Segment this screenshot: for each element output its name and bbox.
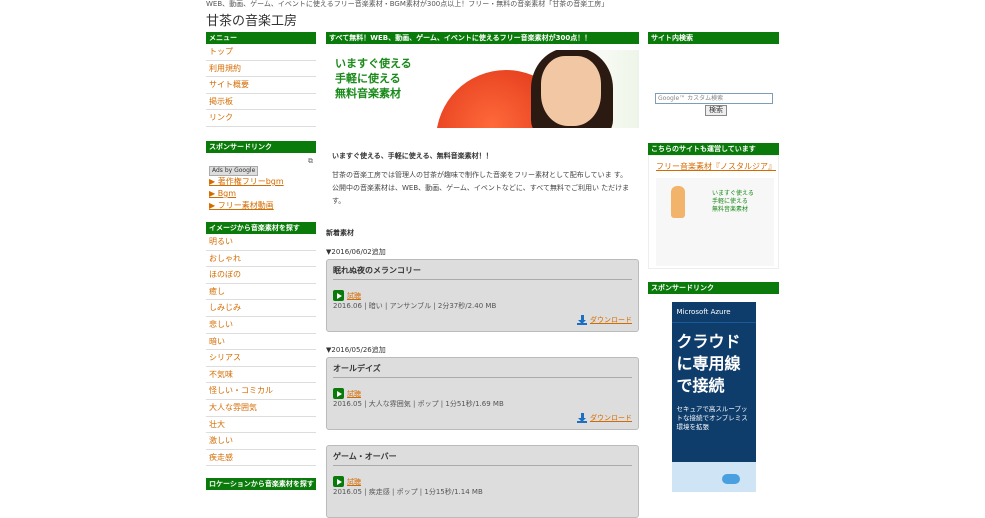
other-site-thumbnail[interactable]: いますぐ使える 手軽に使える 無料音楽素材 — [656, 178, 774, 266]
ad-link-3[interactable]: ▶ フリー素材動画 — [209, 200, 313, 212]
play-icon[interactable] — [333, 290, 344, 301]
category-item[interactable]: 暗い — [206, 334, 316, 351]
cloud-icon — [721, 474, 740, 484]
category-item[interactable]: 激しい — [206, 433, 316, 450]
category-item[interactable]: 疾走感 — [206, 450, 316, 467]
ad-link-1[interactable]: ▶ 著作権フリーbgm — [209, 176, 313, 188]
azure-ad-banner[interactable]: Microsoft Azure クラウドに専用線で接続 セキュアで高スループット… — [671, 302, 756, 492]
ad-link-2[interactable]: ▶ Bgm — [209, 188, 313, 200]
play-icon[interactable] — [333, 476, 344, 487]
category-item[interactable]: 癒し — [206, 284, 316, 301]
left-sidebar: メニュー トップ 利用規約 サイト概要 掲示板 リンク スポンサードリンク Ad… — [206, 32, 316, 491]
azure-subtext: セキュアで高スループットな接続でオンプレミス環境を拡張 — [676, 405, 748, 431]
track-card: 眠れぬ夜のメランコリー 試聴 2016.06 | 暗い | アンサンブル | 2… — [326, 259, 639, 332]
site-header: WEB、動画、ゲーム、イベントに使えるフリー音楽素材・BGM素材が300点以上！… — [206, 0, 786, 29]
main-content: すべて無料！WEB、動画、ゲーム、イベントに使えるフリー音楽素材が300点！！ … — [326, 32, 639, 518]
hero-text: いますぐ使える 手軽に使える 無料音楽素材 — [335, 56, 412, 101]
ads-by-google-label[interactable]: Ads by Google — [209, 165, 259, 176]
site-tagline: WEB、動画、ゲーム、イベントに使えるフリー音楽素材・BGM素材が300点以上！… — [206, 0, 609, 8]
track-meta: 2016.06 | 暗い | アンサンブル | 2分37秒/2.40 MB — [333, 302, 497, 310]
hero-line: いますぐ使える — [335, 57, 412, 70]
entry-date: ▼2016/06/02追加 — [326, 248, 386, 256]
ad-choices-icon[interactable]: ⧉ — [308, 157, 313, 166]
track-title: ゲーム・オーバー — [333, 451, 632, 466]
right-sidebar: サイト内検索 Google™ カスタム検索 検索 こちらのサイトも運営しています… — [648, 32, 779, 492]
category-item[interactable]: 不気味 — [206, 367, 316, 384]
azure-headline: クラウドに専用線で接続 — [676, 332, 741, 395]
download-button[interactable]: ダウンロード — [577, 413, 632, 423]
finger-illustration — [671, 186, 685, 218]
track-card: オールデイズ 試聴 2016.05 | 大人な雰囲気 | ポップ | 1分51秒… — [326, 357, 639, 430]
category-item[interactable]: 明るい — [206, 234, 316, 251]
track-meta: 2016.05 | 大人な雰囲気 | ポップ | 1分51秒/1.69 MB — [333, 400, 504, 408]
site-search-heading: サイト内検索 — [648, 32, 779, 44]
preview-link[interactable]: 試聴 — [347, 390, 361, 398]
thumbnail-line: いますぐ使える — [712, 190, 754, 197]
thumbnail-text: いますぐ使える 手軽に使える 無料音楽素材 — [712, 190, 754, 214]
menu-list: トップ 利用規約 サイト概要 掲示板 リンク — [206, 44, 316, 127]
track-title: オールデイズ — [333, 363, 632, 378]
menu-item-top[interactable]: トップ — [206, 44, 316, 61]
site-title[interactable]: 甘茶の音楽工房 — [206, 10, 786, 29]
track-meta: 2016.05 | 疾走感 | ポップ | 1分15秒/1.14 MB — [333, 488, 483, 496]
menu-item-terms[interactable]: 利用規約 — [206, 61, 316, 78]
intro-title: いますぐ使える、手軽に使える、無料音楽素材！！ — [332, 152, 493, 160]
hero-face — [541, 56, 601, 126]
thumbnail-line: 無料音楽素材 — [712, 206, 749, 213]
sponsor-heading-left: スポンサードリンク — [206, 140, 316, 153]
category-item[interactable]: 悲しい — [206, 317, 316, 334]
track-card: ゲーム・オーバー 試聴 2016.05 | 疾走感 | ポップ | 1分15秒/… — [326, 445, 639, 518]
menu-heading: メニュー — [206, 32, 316, 44]
category-item[interactable]: シリアス — [206, 350, 316, 367]
azure-footer — [671, 462, 756, 492]
category-item[interactable]: 大人な雰囲気 — [206, 400, 316, 417]
main-heading: すべて無料！WEB、動画、ゲーム、イベントに使えるフリー音楽素材が300点！！ — [326, 32, 639, 44]
hero-banner: いますぐ使える 手軽に使える 無料音楽素材 — [326, 50, 639, 128]
entry-date: ▼2016/05/26追加 — [326, 346, 386, 354]
location-search-heading: ロケーションから音楽素材を探す — [206, 478, 316, 491]
menu-item-about[interactable]: サイト概要 — [206, 77, 316, 94]
play-row: 試聴 — [333, 383, 632, 399]
new-items-heading: 新着素材 — [326, 229, 354, 237]
category-item[interactable]: ほのぼの — [206, 267, 316, 284]
download-icon — [577, 315, 587, 325]
category-item[interactable]: しみじみ — [206, 300, 316, 317]
download-label: ダウンロード — [590, 316, 632, 324]
preview-link[interactable]: 試聴 — [347, 292, 361, 300]
category-item[interactable]: 壮大 — [206, 417, 316, 434]
other-site-link[interactable]: フリー音楽素材『ノスタルジア』 — [656, 161, 778, 172]
menu-item-links[interactable]: リンク — [206, 110, 316, 127]
site-search: Google™ カスタム検索 検索 — [648, 44, 779, 143]
hero-line: 手軽に使える — [335, 72, 401, 85]
other-sites-heading: こちらのサイトも運営しています — [648, 143, 779, 155]
azure-brand: Microsoft Azure — [671, 302, 756, 323]
thumbnail-line: 手軽に使える — [712, 198, 748, 205]
image-search-heading: イメージから音楽素材を探す — [206, 221, 316, 234]
download-label: ダウンロード — [590, 414, 632, 422]
image-category-list: 明るい おしゃれ ほのぼの 癒し しみじみ 悲しい 暗い シリアス 不気味 怪し… — [206, 234, 316, 467]
download-icon — [577, 413, 587, 423]
play-row: 試聴 — [333, 471, 632, 487]
search-button[interactable]: 検索 — [705, 105, 727, 116]
other-site-banner[interactable]: フリー音楽素材『ノスタルジア』 いますぐ使える 手軽に使える 無料音楽素材 — [648, 155, 779, 269]
category-item[interactable]: 怪しい・コミカル — [206, 383, 316, 400]
preview-link[interactable]: 試聴 — [347, 478, 361, 486]
search-input[interactable]: Google™ カスタム検索 — [655, 93, 773, 104]
download-button[interactable]: ダウンロード — [577, 315, 632, 325]
play-row: 試聴 — [333, 285, 632, 301]
menu-item-board[interactable]: 掲示板 — [206, 94, 316, 111]
intro-body: 甘茶の音楽工房では管理人の甘茶が趣味で制作した音楽をフリー素材として配布していま… — [332, 171, 630, 205]
hero-line: 無料音楽素材 — [335, 87, 401, 100]
category-item[interactable]: おしゃれ — [206, 251, 316, 268]
play-icon[interactable] — [333, 388, 344, 399]
sponsor-heading-right: スポンサードリンク — [648, 282, 779, 294]
track-title: 眠れぬ夜のメランコリー — [333, 265, 632, 280]
sponsor-ads-left: Ads by Google ⧉ ▶ 著作権フリーbgm ▶ Bgm ▶ フリー素材… — [206, 153, 316, 214]
